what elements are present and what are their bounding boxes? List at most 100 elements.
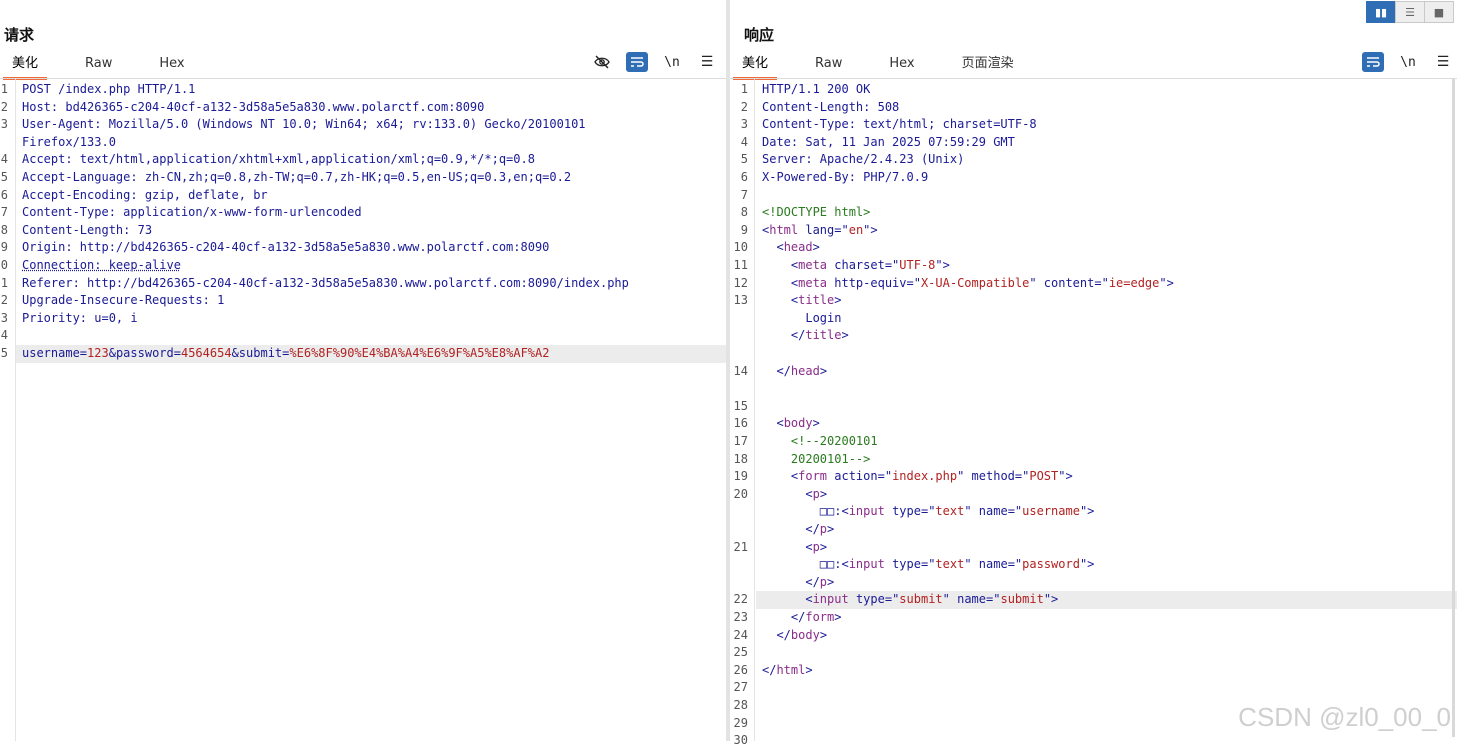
code-token: "> bbox=[1159, 275, 1174, 290]
tab-request-1[interactable]: Raw bbox=[76, 51, 121, 77]
code-token: : http://bd426365-c204-40cf-a132-3d58a5e… bbox=[72, 275, 629, 290]
code-line: 3 Priority: u=0, i bbox=[0, 310, 726, 328]
code-line: 4 bbox=[0, 327, 726, 345]
code-line: 12 <meta http-equiv="X-UA-Compatible" co… bbox=[730, 275, 1457, 293]
view-switch: ▮▮ ☰ ■ bbox=[1366, 1, 1454, 23]
code-line: </p> bbox=[730, 521, 1457, 539]
code-token: html bbox=[769, 222, 806, 237]
code-token: Host bbox=[22, 99, 51, 114]
line-code: </form> bbox=[762, 609, 842, 627]
code-token: 20200101--> bbox=[762, 451, 871, 466]
code-token: <!--20200101 bbox=[762, 434, 878, 448]
line-number: 7 bbox=[0, 205, 8, 220]
code-token: </ bbox=[762, 363, 791, 378]
code-token: < bbox=[762, 240, 784, 255]
line-code: Date: Sat, 11 Jan 2025 07:59:29 GMT bbox=[762, 134, 1015, 152]
code-token: head bbox=[790, 363, 820, 378]
single-pane-icon[interactable]: ■ bbox=[1424, 1, 1454, 23]
code-line: 10 <head> bbox=[730, 239, 1457, 257]
code-token: : 1 bbox=[202, 293, 225, 308]
line-number: 1 bbox=[740, 82, 748, 96]
code-token: username bbox=[1022, 504, 1080, 519]
code-token: <!DOCTYPE html> bbox=[762, 205, 871, 220]
line-code: </html> bbox=[762, 662, 813, 680]
code-token: Content-Length bbox=[22, 222, 124, 237]
code-token: html bbox=[776, 662, 806, 677]
code-line: </title> bbox=[730, 327, 1457, 345]
wrap-icon[interactable] bbox=[1362, 52, 1384, 72]
wrap-icon[interactable] bbox=[626, 52, 648, 72]
line-number: 16 bbox=[733, 416, 748, 431]
line-code: Content-Length: 508 bbox=[762, 99, 899, 117]
line-number: 4 bbox=[0, 328, 8, 343]
watermark: CSDN @zl0_00_0 bbox=[1238, 702, 1451, 732]
code-token: > bbox=[819, 486, 828, 501]
code-token: submit bbox=[1000, 592, 1044, 607]
code-token: =" bbox=[986, 592, 1001, 607]
code-token: =" bbox=[920, 504, 936, 519]
code-token: 4564654 bbox=[180, 346, 232, 360]
code-token: 123 bbox=[87, 346, 109, 360]
tab-response-2[interactable]: Hex bbox=[880, 51, 923, 77]
code-line: 27 bbox=[730, 679, 1457, 697]
tab-response-0[interactable]: 美化 bbox=[733, 51, 778, 80]
response-editor[interactable]: 1 HTTP/1.1 200 OK 2 Content-Length: 508 3 Con… bbox=[730, 79, 1457, 747]
tab-request-0[interactable]: 美化 bbox=[3, 51, 48, 80]
code-token: %E6%8F%90%E4%BA%A4%E6%9F%A5%E8%AF%A2 bbox=[289, 346, 550, 360]
line-code: POST /index.php HTTP/1.1 bbox=[22, 81, 195, 99]
code-token: > bbox=[841, 328, 849, 343]
code-token: "> bbox=[863, 222, 878, 237]
code-token: < bbox=[762, 539, 813, 554]
code-line: 1 HTTP/1.1 200 OK bbox=[730, 81, 1457, 99]
code-token: name bbox=[957, 592, 987, 607]
code-token: head bbox=[783, 240, 813, 255]
line-number: 3 bbox=[0, 310, 8, 325]
code-line: 24 </body> bbox=[730, 627, 1457, 645]
code-token: = bbox=[79, 346, 88, 360]
code-token: =" bbox=[920, 557, 936, 572]
code-line: 1 POST /index.php HTTP/1.1 bbox=[0, 81, 726, 99]
line-code: Origin: http://bd426365-c204-40cf-a132-3… bbox=[22, 239, 549, 257]
code-token: =" bbox=[884, 592, 900, 607]
response-scrollbar[interactable] bbox=[1452, 79, 1455, 737]
code-token: lang bbox=[805, 222, 835, 237]
code-token: Upgrade-Insecure-Requests bbox=[22, 293, 203, 308]
code-token: Referer bbox=[22, 275, 73, 290]
line-code: <p> bbox=[762, 539, 827, 557]
code-line: 11 <meta charset="UTF-8"> bbox=[730, 257, 1457, 275]
split-horizontal-icon[interactable]: ▮▮ bbox=[1366, 1, 1396, 23]
code-token: =" bbox=[1014, 469, 1030, 484]
code-token: < bbox=[762, 275, 799, 290]
newline-icon[interactable]: \n bbox=[1397, 52, 1419, 72]
code-token: □□:< bbox=[762, 504, 849, 519]
code-token: type bbox=[892, 557, 921, 572]
request-editor[interactable]: 1 POST /index.php HTTP/1.1 2 Host: bd426365… bbox=[0, 79, 726, 741]
newline-icon[interactable]: \n bbox=[661, 52, 683, 72]
code-line: 26 </html> bbox=[730, 662, 1457, 680]
tab-response-3[interactable]: 页面渲染 bbox=[953, 51, 1023, 77]
eye-slash-icon[interactable] bbox=[591, 52, 613, 72]
line-number: 5 bbox=[0, 346, 8, 360]
code-line: 5 Accept-Language: zh-CN,zh;q=0.8,zh-TW;q… bbox=[0, 169, 726, 187]
code-token: name bbox=[978, 504, 1008, 519]
split-vertical-icon[interactable]: ☰ bbox=[1395, 1, 1425, 23]
line-number: 2 bbox=[0, 293, 8, 308]
line-number: 10 bbox=[733, 240, 748, 255]
code-token: □□:< bbox=[762, 557, 849, 572]
line-number: 6 bbox=[0, 187, 8, 202]
menu-icon[interactable]: ☰ bbox=[1432, 52, 1454, 72]
code-line: 2 Content-Length: 508 bbox=[730, 99, 1457, 117]
line-code: Accept-Language: zh-CN,zh;q=0.8,zh-TW;q=… bbox=[22, 169, 571, 187]
tab-request-2[interactable]: Hex bbox=[150, 51, 193, 77]
line-code: Accept-Encoding: gzip, deflate, br bbox=[22, 187, 268, 205]
code-token: input bbox=[848, 504, 893, 519]
code-line: </p> bbox=[730, 574, 1457, 592]
line-code: □□:<input type="text" name="username"> bbox=[762, 503, 1095, 521]
code-token: password bbox=[1022, 557, 1080, 572]
menu-icon[interactable]: ☰ bbox=[696, 52, 718, 72]
code-token: " bbox=[964, 504, 979, 519]
code-token: p bbox=[812, 539, 820, 554]
tab-response-1[interactable]: Raw bbox=[806, 51, 851, 77]
code-token: p bbox=[819, 522, 828, 536]
line-code: </p> bbox=[762, 521, 834, 539]
